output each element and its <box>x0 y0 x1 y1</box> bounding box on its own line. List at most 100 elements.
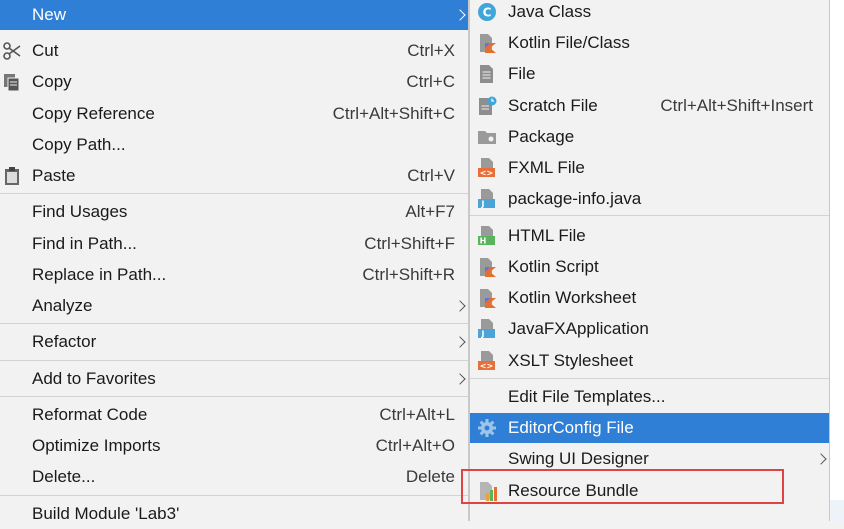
menu-item-label: New <box>32 5 67 24</box>
menu-item-label: Refactor <box>32 332 97 351</box>
scissors-icon <box>0 39 24 63</box>
menu-item-add-to-favorites[interactable]: Add to Favorites <box>0 364 468 394</box>
submenu-item-label: EditorConfig File <box>508 418 634 437</box>
svg-text:J: J <box>481 330 485 339</box>
shortcut-label: Ctrl+Alt+Shift+Insert <box>660 96 813 115</box>
submenu-item-java-class[interactable]: C Java Class <box>470 0 829 27</box>
menu-item-cut[interactable]: Cut Ctrl+X <box>0 36 468 66</box>
submenu-item-label: Java Class <box>508 2 592 21</box>
package-icon <box>476 126 498 148</box>
menu-item-refactor[interactable]: Refactor <box>0 327 468 357</box>
svg-text:H: H <box>480 237 487 246</box>
menu-item-label: Analyze <box>32 296 93 315</box>
submenu-item-fxml-file[interactable]: <> FXML File <box>470 153 829 183</box>
submenu-item-editorconfig-file[interactable]: EditorConfig File <box>470 413 829 443</box>
menu-separator <box>0 396 468 397</box>
submenu-item-label: File <box>508 64 536 83</box>
menu-item-label: Copy <box>32 72 72 91</box>
submenu-item-label: package-info.java <box>508 189 642 208</box>
menu-item-label: Delete... <box>32 467 96 486</box>
shortcut-label: Ctrl+C <box>406 72 455 91</box>
copy-icon <box>0 70 24 94</box>
highlight-annotation-box <box>461 469 784 504</box>
context-menu: New Cut Ctrl+X Copy Ctrl+C Copy Referenc… <box>0 0 469 523</box>
submenu-item-label: HTML File <box>508 226 586 245</box>
menu-item-label: Reformat Code <box>32 405 148 424</box>
submenu-item-label: FXML File <box>508 158 585 177</box>
new-submenu: C Java Class Kotlin File/Class File Scra… <box>469 0 830 521</box>
kotlin-file-icon <box>476 32 498 54</box>
submenu-arrow-icon <box>454 373 466 385</box>
menu-item-label: Copy Path... <box>32 135 126 154</box>
menu-item-label: Find in Path... <box>32 234 137 253</box>
shortcut-label: Alt+F7 <box>405 202 455 221</box>
java-file-icon: J <box>476 188 498 210</box>
submenu-item-label: Kotlin Worksheet <box>508 288 637 307</box>
menu-item-optimize-imports[interactable]: Optimize Imports Ctrl+Alt+O <box>0 431 468 461</box>
menu-item-find-in-path[interactable]: Find in Path... Ctrl+Shift+F <box>0 229 468 259</box>
menu-item-replace-in-path[interactable]: Replace in Path... Ctrl+Shift+R <box>0 260 468 290</box>
submenu-separator <box>470 215 829 216</box>
submenu-item-edit-file-templates[interactable]: Edit File Templates... <box>470 382 829 412</box>
menu-separator <box>0 193 468 194</box>
menu-item-copy[interactable]: Copy Ctrl+C <box>0 67 468 97</box>
submenu-arrow-icon <box>454 300 466 312</box>
gear-icon <box>476 417 498 439</box>
xslt-icon: <> <box>476 350 498 372</box>
submenu-item-xslt-stylesheet[interactable]: <> XSLT Stylesheet <box>470 346 829 376</box>
menu-separator <box>0 360 468 361</box>
submenu-item-label: JavaFXApplication <box>508 319 649 338</box>
submenu-separator <box>470 378 829 379</box>
submenu-item-kotlin-script[interactable]: Kotlin Script <box>470 252 829 282</box>
submenu-item-label: Swing UI Designer <box>508 449 649 468</box>
file-icon <box>476 63 498 85</box>
html-file-icon: H <box>476 225 498 247</box>
submenu-item-package-info[interactable]: J package-info.java <box>470 184 829 214</box>
submenu-item-label: XSLT Stylesheet <box>508 351 634 370</box>
menu-item-label: Copy Reference <box>32 104 155 123</box>
shortcut-label: Ctrl+V <box>407 166 455 185</box>
menu-item-label: Replace in Path... <box>32 265 167 284</box>
menu-item-label: Add to Favorites <box>32 369 156 388</box>
menu-separator <box>0 495 468 496</box>
clipboard-icon <box>0 164 24 188</box>
submenu-arrow-icon <box>815 453 827 465</box>
menu-item-paste[interactable]: Paste Ctrl+V <box>0 161 468 191</box>
shortcut-label: Ctrl+Alt+O <box>375 436 455 455</box>
submenu-item-kotlin-worksheet[interactable]: Kotlin Worksheet <box>470 283 829 313</box>
menu-item-label: Build Module 'Lab3' <box>32 504 180 523</box>
submenu-item-label: Scratch File <box>508 96 598 115</box>
menu-item-reformat-code[interactable]: Reformat Code Ctrl+Alt+L <box>0 400 468 430</box>
submenu-item-package[interactable]: Package <box>470 122 829 152</box>
menu-item-label: Paste <box>32 166 76 185</box>
submenu-item-label: Package <box>508 127 575 146</box>
svg-text:<>: <> <box>480 169 493 178</box>
submenu-item-file[interactable]: File <box>470 59 829 89</box>
menu-item-label: Find Usages <box>32 202 128 221</box>
submenu-item-label: Kotlin File/Class <box>508 33 630 52</box>
submenu-item-javafx-application[interactable]: J JavaFXApplication <box>470 314 829 344</box>
submenu-item-scratch-file[interactable]: Scratch File Ctrl+Alt+Shift+Insert <box>470 91 829 121</box>
svg-text:J: J <box>481 200 485 209</box>
menu-item-copy-reference[interactable]: Copy Reference Ctrl+Alt+Shift+C <box>0 99 468 129</box>
shortcut-label: Ctrl+Alt+Shift+C <box>332 104 455 123</box>
scratch-file-icon <box>476 95 498 117</box>
menu-item-copy-path[interactable]: Copy Path... <box>0 130 468 160</box>
submenu-item-label: Kotlin Script <box>508 257 599 276</box>
shortcut-label: Delete <box>405 467 455 486</box>
menu-item-delete[interactable]: Delete... Delete <box>0 462 468 492</box>
menu-item-find-usages[interactable]: Find Usages Alt+F7 <box>0 197 468 227</box>
shortcut-label: Ctrl+X <box>407 41 455 60</box>
fxml-file-icon: <> <box>476 157 498 179</box>
submenu-item-label: Edit File Templates... <box>508 387 666 406</box>
kotlin-worksheet-icon <box>476 287 498 309</box>
shortcut-label: Ctrl+Alt+L <box>379 405 455 424</box>
menu-item-analyze[interactable]: Analyze <box>0 291 468 321</box>
submenu-arrow-icon <box>454 336 466 348</box>
submenu-item-kotlin-file[interactable]: Kotlin File/Class <box>470 28 829 58</box>
menu-item-build-module[interactable]: Build Module 'Lab3' <box>0 499 468 529</box>
menu-item-new[interactable]: New <box>0 0 468 30</box>
java-class-icon: C <box>476 1 498 23</box>
submenu-item-html-file[interactable]: H HTML File <box>470 221 829 251</box>
menu-item-label: Cut <box>32 41 59 60</box>
